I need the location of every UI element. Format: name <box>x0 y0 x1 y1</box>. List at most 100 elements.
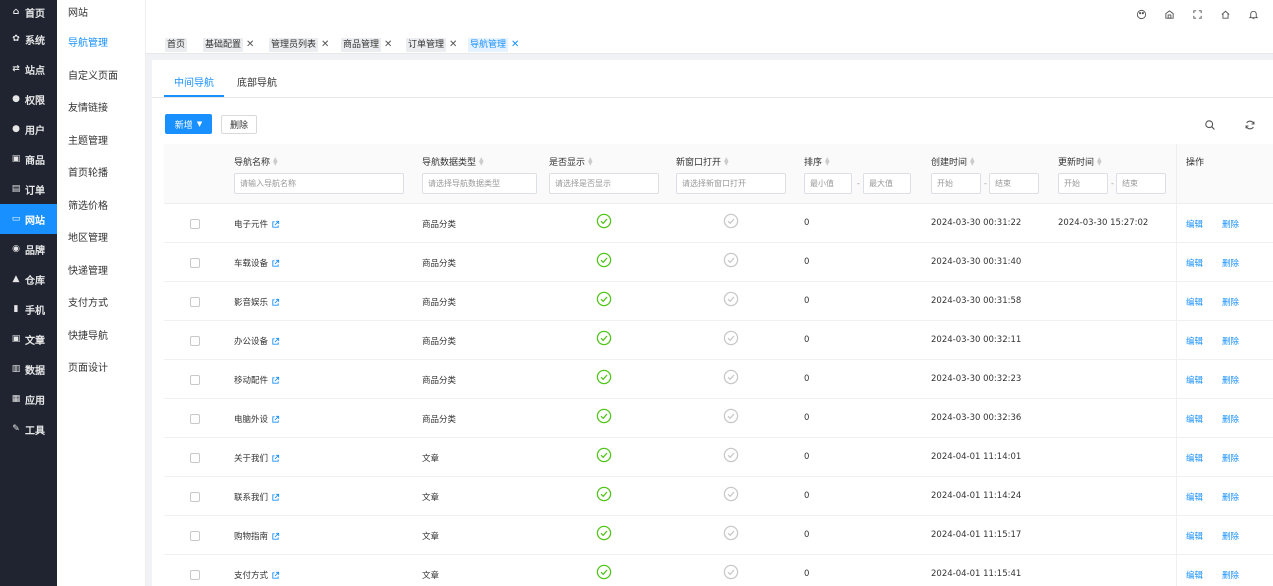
store-icon[interactable] <box>1155 7 1183 21</box>
show-filter-select[interactable] <box>549 173 659 194</box>
updated-start-input[interactable] <box>1058 173 1108 194</box>
row-edit-button[interactable]: 编辑 <box>1186 452 1203 464</box>
refresh-icon[interactable] <box>1244 119 1256 131</box>
rail-item-9[interactable]: ▲ 仓库 <box>0 264 57 294</box>
submenu-item-7[interactable]: 快递管理 <box>57 256 145 289</box>
type-filter-select[interactable] <box>422 173 537 194</box>
col-header-type[interactable]: 导航数据类型 ▲ ▼ <box>422 155 484 168</box>
tag-4[interactable]: 订单管理 ✕ <box>406 38 457 52</box>
created-start-input[interactable] <box>931 173 981 194</box>
row-checkbox[interactable] <box>190 297 200 307</box>
submenu-item-0[interactable]: 导航管理 <box>57 28 145 61</box>
tag-0[interactable]: 首页 <box>165 38 188 52</box>
col-header-name[interactable]: 导航名称 ▲ ▼ <box>234 155 278 168</box>
rail-item-11[interactable]: ▣ 文章 <box>0 324 57 354</box>
row-name-link[interactable]: 移动配件 <box>234 374 280 386</box>
submenu-item-2[interactable]: 友情链接 <box>57 93 145 126</box>
rail-item-5[interactable]: ▣ 商品 <box>0 144 57 174</box>
row-delete-button[interactable]: 删除 <box>1222 413 1239 425</box>
row-edit-button[interactable]: 编辑 <box>1186 491 1203 503</box>
row-edit-button[interactable]: 编辑 <box>1186 569 1203 581</box>
tab-middle-nav[interactable]: 中间导航 <box>174 74 214 89</box>
col-header-updated[interactable]: 更新时间 ▲ ▼ <box>1058 155 1102 168</box>
add-button[interactable]: 新增 ▼ <box>165 114 212 134</box>
rail-item-10[interactable]: ▮ 手机 <box>0 294 57 324</box>
row-name-link[interactable]: 电子元件 <box>234 218 280 230</box>
rail-item-8[interactable]: ◉ 品牌 <box>0 234 57 264</box>
close-icon[interactable]: ✕ <box>384 38 392 52</box>
row-checkbox[interactable] <box>190 570 200 580</box>
submenu-item-6[interactable]: 地区管理 <box>57 223 145 256</box>
rail-item-7[interactable]: ▭ 网站 <box>0 204 57 234</box>
row-delete-button[interactable]: 删除 <box>1222 257 1239 269</box>
row-edit-button[interactable]: 编辑 <box>1186 374 1203 386</box>
row-delete-button[interactable]: 删除 <box>1222 374 1239 386</box>
row-delete-button[interactable]: 删除 <box>1222 335 1239 347</box>
rail-item-4[interactable]: ● 用户 <box>0 114 57 144</box>
row-edit-button[interactable]: 编辑 <box>1186 296 1203 308</box>
submenu-item-8[interactable]: 支付方式 <box>57 288 145 321</box>
row-edit-button[interactable]: 编辑 <box>1186 335 1203 347</box>
close-icon[interactable]: ✕ <box>246 38 254 52</box>
row-name-link[interactable]: 电脑外设 <box>234 413 280 425</box>
row-delete-button[interactable]: 删除 <box>1222 452 1239 464</box>
tag-3[interactable]: 商品管理 ✕ <box>341 38 392 52</box>
created-end-input[interactable] <box>989 173 1039 194</box>
submenu-item-10[interactable]: 页面设计 <box>57 353 145 386</box>
row-name-link[interactable]: 车载设备 <box>234 257 280 269</box>
row-delete-button[interactable]: 删除 <box>1222 218 1239 230</box>
row-checkbox[interactable] <box>190 375 200 385</box>
row-checkbox[interactable] <box>190 492 200 502</box>
col-header-window[interactable]: 新窗口打开 ▲ ▼ <box>676 155 729 168</box>
close-icon[interactable]: ✕ <box>449 38 457 52</box>
search-icon[interactable] <box>1204 119 1216 131</box>
rail-item-1[interactable]: ✿ 系统 <box>0 24 57 54</box>
col-header-sort[interactable]: 排序 ▲ ▼ <box>804 155 830 168</box>
rail-item-0[interactable]: ⌂ 首页 <box>0 0 57 24</box>
row-delete-button[interactable]: 删除 <box>1222 530 1239 542</box>
submenu-item-4[interactable]: 首页轮播 <box>57 158 145 191</box>
submenu-item-3[interactable]: 主题管理 <box>57 126 145 159</box>
tag-1[interactable]: 基础配置 ✕ <box>203 38 254 52</box>
submenu-item-5[interactable]: 筛选价格 <box>57 191 145 224</box>
tag-5[interactable]: 导航管理 ✕ <box>468 38 519 52</box>
row-name-link[interactable]: 关于我们 <box>234 452 280 464</box>
batch-delete-button[interactable]: 删除 <box>221 115 257 134</box>
row-checkbox[interactable] <box>190 453 200 463</box>
row-delete-button[interactable]: 删除 <box>1222 296 1239 308</box>
updated-end-input[interactable] <box>1116 173 1166 194</box>
row-name-link[interactable]: 影音娱乐 <box>234 296 280 308</box>
row-checkbox[interactable] <box>190 336 200 346</box>
row-name-link[interactable]: 联系我们 <box>234 491 280 503</box>
rail-item-12[interactable]: ▥ 数据 <box>0 354 57 384</box>
sort-min-input[interactable] <box>804 173 852 194</box>
tab-footer-nav[interactable]: 底部导航 <box>237 74 277 89</box>
row-name-link[interactable]: 支付方式 <box>234 569 280 581</box>
window-filter-select[interactable] <box>676 173 786 194</box>
rail-item-14[interactable]: ✎ 工具 <box>0 414 57 444</box>
tag-2[interactable]: 管理员列表 ✕ <box>269 38 329 52</box>
row-delete-button[interactable]: 删除 <box>1222 569 1239 581</box>
row-checkbox[interactable] <box>190 531 200 541</box>
col-header-show[interactable]: 是否显示 ▲ ▼ <box>549 155 593 168</box>
name-filter-input[interactable] <box>234 173 404 194</box>
row-edit-button[interactable]: 编辑 <box>1186 530 1203 542</box>
rail-item-2[interactable]: ⇄ 站点 <box>0 54 57 84</box>
row-name-link[interactable]: 办公设备 <box>234 335 280 347</box>
col-header-created[interactable]: 创建时间 ▲ ▼ <box>931 155 975 168</box>
close-icon[interactable]: ✕ <box>321 38 329 52</box>
home-icon[interactable] <box>1211 7 1239 21</box>
sort-max-input[interactable] <box>863 173 911 194</box>
row-checkbox[interactable] <box>190 258 200 268</box>
rail-item-6[interactable]: ▤ 订单 <box>0 174 57 204</box>
rail-item-13[interactable]: ▦ 应用 <box>0 384 57 414</box>
fullscreen-icon[interactable] <box>1183 7 1211 21</box>
row-edit-button[interactable]: 编辑 <box>1186 218 1203 230</box>
row-edit-button[interactable]: 编辑 <box>1186 413 1203 425</box>
row-checkbox[interactable] <box>190 414 200 424</box>
row-checkbox[interactable] <box>190 219 200 229</box>
submenu-item-1[interactable]: 自定义页面 <box>57 61 145 94</box>
submenu-item-9[interactable]: 快捷导航 <box>57 321 145 354</box>
bell-icon[interactable] <box>1239 7 1267 21</box>
row-delete-button[interactable]: 删除 <box>1222 491 1239 503</box>
